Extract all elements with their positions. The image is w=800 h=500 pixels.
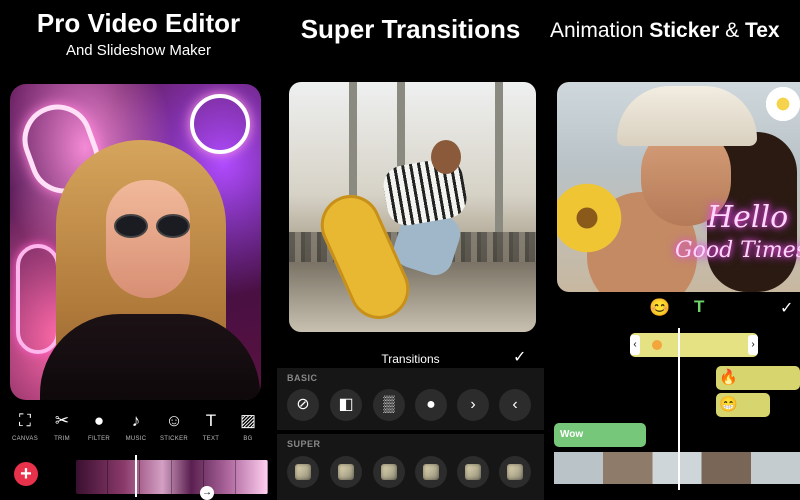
transition-thumbnail-icon [423, 464, 439, 480]
headline: Animation Sticker & Tex [550, 19, 780, 43]
tool-trim[interactable]: ✂ TRIM [43, 410, 81, 442]
neon-text-overlay[interactable]: Good Times [675, 238, 800, 263]
transition-fade-icon[interactable]: ◧ [330, 389, 362, 421]
music-icon: ♪ [131, 411, 141, 430]
trim-handle-right[interactable]: › [748, 335, 758, 355]
playhead[interactable] [135, 455, 137, 497]
text-tab-icon[interactable]: T [694, 297, 704, 317]
super-transition-button[interactable] [373, 456, 405, 488]
confirm-check-icon[interactable]: ✓ [780, 298, 793, 318]
grin-sticker-clip[interactable]: 😁 [716, 393, 770, 417]
scissors-icon: ✂ [54, 411, 70, 430]
sticker-icon: ☺ [165, 411, 183, 430]
preview-photo [289, 82, 536, 332]
neon-light [190, 94, 250, 154]
transition-circle-icon[interactable]: ● [415, 389, 447, 421]
tool-canvas[interactable]: ⛶ CANVAS [6, 410, 44, 442]
tool-label: FILTER [87, 436, 111, 442]
transition-thumbnail-icon [295, 464, 311, 480]
preview-photo [10, 84, 261, 400]
tool-label: CANVAS [11, 436, 39, 442]
subheadline: And Slideshow Maker [65, 42, 212, 59]
background-icon: ▨ [239, 411, 257, 430]
super-transition-button[interactable] [457, 456, 489, 488]
transition-chevron-right-icon[interactable]: › [457, 389, 489, 421]
video-timeline[interactable] [76, 460, 268, 494]
palm-tree [495, 82, 503, 232]
transition-thumbnail-icon [507, 464, 523, 480]
headline-part: & [719, 19, 745, 42]
tool-label: TRIM [54, 436, 70, 442]
video-filmstrip[interactable] [554, 452, 800, 484]
tool-sticker[interactable]: ☺ STICKER [155, 410, 193, 442]
text-icon: T [205, 411, 217, 430]
selected-sticker-clip[interactable]: ‹ › [630, 333, 758, 357]
daisy-sticker[interactable] [763, 84, 800, 124]
add-clip-button[interactable]: + [14, 462, 38, 486]
super-transition-button[interactable] [330, 456, 362, 488]
canvas-icon: ⛶ [19, 411, 31, 430]
transition-chevron-left-icon[interactable]: ‹ [499, 389, 531, 421]
headline: Super Transitions [300, 14, 521, 44]
panel-pro-video-editor: Pro Video Editor And Slideshow Maker ⛶ C… [0, 0, 277, 500]
super-transition-button[interactable] [499, 456, 531, 488]
tool-label: BG [243, 436, 253, 442]
sticker-dot-icon [652, 340, 662, 350]
transition-none-icon[interactable]: ⊘ [287, 389, 319, 421]
tool-bg[interactable]: ▨ BG [229, 410, 267, 442]
transition-thumbnail-icon [338, 464, 354, 480]
transition-dissolve-icon[interactable]: ▒ [373, 389, 405, 421]
transitions-title: Transitions [381, 352, 440, 366]
panel-animation-sticker-text: Animation Sticker & Tex Hello Good Times… [544, 0, 800, 500]
super-transition-button[interactable] [287, 456, 319, 488]
filter-icon: ● [93, 411, 105, 430]
emoji-tab-icon[interactable]: 😊 [649, 298, 670, 318]
preview-photo: Hello Good Times [557, 82, 800, 292]
super-label: SUPER [287, 439, 321, 449]
timeline-frame [236, 460, 268, 494]
text-clip-wow[interactable]: Wow [554, 423, 646, 447]
tool-label: TEXT [202, 436, 220, 442]
super-transition-button[interactable] [415, 456, 447, 488]
sunglasses-lens [114, 214, 148, 238]
timeline-frame [76, 460, 108, 494]
palm-tree [349, 82, 357, 202]
editor-toolbar: ⛶ CANVAS ✂ TRIM ● FILTER ♪ MUSIC ☺ STICK… [0, 410, 277, 450]
tool-label: MUSIC [125, 436, 147, 442]
transition-thumbnail-icon [465, 464, 481, 480]
timeline-frame [140, 460, 172, 494]
tool-music[interactable]: ♪ MUSIC [117, 410, 155, 442]
headline: Pro Video Editor [36, 8, 241, 38]
skater-head [431, 140, 461, 174]
playhead[interactable] [678, 328, 680, 490]
panel-super-transitions: Super Transitions Transitions ✓ BASIC ⊘ … [277, 0, 544, 500]
neon-light [16, 244, 60, 354]
woman-face [106, 180, 190, 298]
tool-label: STICKER [159, 436, 189, 442]
basic-label: BASIC [287, 373, 318, 383]
tool-filter[interactable]: ● FILTER [80, 410, 118, 442]
timeline-frame [172, 460, 204, 494]
transition-arrow-icon[interactable]: → [200, 486, 214, 500]
fire-sticker-clip[interactable]: 🔥 [716, 366, 800, 390]
confirm-check-icon[interactable]: ✓ [513, 347, 526, 367]
headline-part: Animation [550, 19, 650, 42]
bucket-hat [617, 86, 757, 146]
tool-text[interactable]: T TEXT [192, 410, 230, 442]
headline-bold: Tex [744, 19, 780, 42]
sunglasses-lens [156, 214, 190, 238]
neon-text-overlay[interactable]: Hello [707, 200, 788, 235]
transition-thumbnail-icon [381, 464, 397, 480]
headline-bold: Sticker [649, 19, 720, 42]
ground [289, 262, 536, 332]
trim-handle-left[interactable]: ‹ [630, 335, 640, 355]
